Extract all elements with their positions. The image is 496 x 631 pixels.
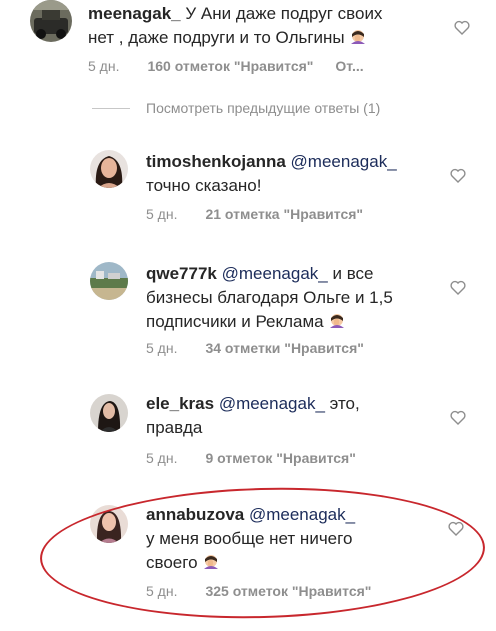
reply-button[interactable]: От...: [335, 58, 363, 74]
comment-body-line: правда: [146, 418, 203, 437]
comment-username[interactable]: qwe777k: [146, 264, 217, 283]
view-previous-replies[interactable]: Посмотреть предыдущие ответы (1): [92, 100, 380, 116]
comment-likes[interactable]: 9 отметок "Нравится": [205, 450, 355, 466]
comment-body-line: подписчики и Реклама: [146, 312, 324, 331]
heart-outline-icon[interactable]: [450, 410, 466, 425]
comment-meta: 5 дн. 21 отметка "Нравится": [146, 206, 363, 222]
comment-meta: 5 дн. 34 отметки "Нравится": [146, 340, 364, 356]
comment-mention[interactable]: @meenagak_: [219, 394, 325, 413]
comment-body-line: бизнесы благодаря Ольге и 1,5: [146, 288, 393, 307]
heart-outline-icon[interactable]: [450, 168, 466, 183]
comment-body-line: нет , даже подруги и то Ольгины: [88, 28, 345, 47]
comment-body-line: точно сказано!: [146, 176, 262, 195]
comment-body-line: У Ани даже подруг своих: [185, 4, 383, 23]
comment-username[interactable]: ele_kras: [146, 394, 214, 413]
comment-username[interactable]: timoshenkojanna: [146, 152, 286, 171]
comment-age: 5 дн.: [146, 206, 178, 222]
comment-text: ele_kras @meenagak_ это, правда: [146, 392, 446, 440]
comment-likes[interactable]: 160 отметок "Нравится": [147, 58, 313, 74]
comment-meta: 5 дн. 9 отметок "Нравится": [146, 450, 356, 466]
comment-age: 5 дн.: [88, 58, 120, 74]
avatar[interactable]: [90, 150, 128, 188]
facepalm-emoji-icon: [329, 314, 344, 328]
comment-likes[interactable]: 34 отметки "Нравится": [205, 340, 363, 356]
comment-meta: 5 дн. 160 отметок "Нравится" От...: [88, 58, 364, 74]
comment-text: qwe777k @meenagak_ и все бизнесы благода…: [146, 262, 446, 334]
comment-mention[interactable]: @meenagak_: [291, 152, 397, 171]
comment-age: 5 дн.: [146, 340, 178, 356]
comment-age: 5 дн.: [146, 450, 178, 466]
heart-outline-icon[interactable]: [450, 280, 466, 295]
comment-text: timoshenkojanna @meenagak_ точно сказано…: [146, 150, 446, 198]
comment-mention[interactable]: @meenagak_: [222, 264, 328, 283]
comment-body-line: и все: [332, 264, 374, 283]
heart-outline-icon[interactable]: [454, 20, 470, 35]
comment-likes[interactable]: 21 отметка "Нравится": [205, 206, 363, 222]
comment-body-line: это,: [329, 394, 360, 413]
avatar[interactable]: [90, 262, 128, 300]
avatar[interactable]: [90, 394, 128, 432]
comment-username[interactable]: meenagak_: [88, 4, 181, 23]
divider: [92, 107, 130, 109]
comment-text: meenagak_ У Ани даже подруг своих нет , …: [88, 2, 468, 50]
avatar[interactable]: [30, 0, 72, 42]
view-previous-label[interactable]: Посмотреть предыдущие ответы (1): [146, 100, 380, 116]
highlight-circle: [38, 482, 487, 624]
facepalm-emoji-icon: [350, 30, 365, 44]
